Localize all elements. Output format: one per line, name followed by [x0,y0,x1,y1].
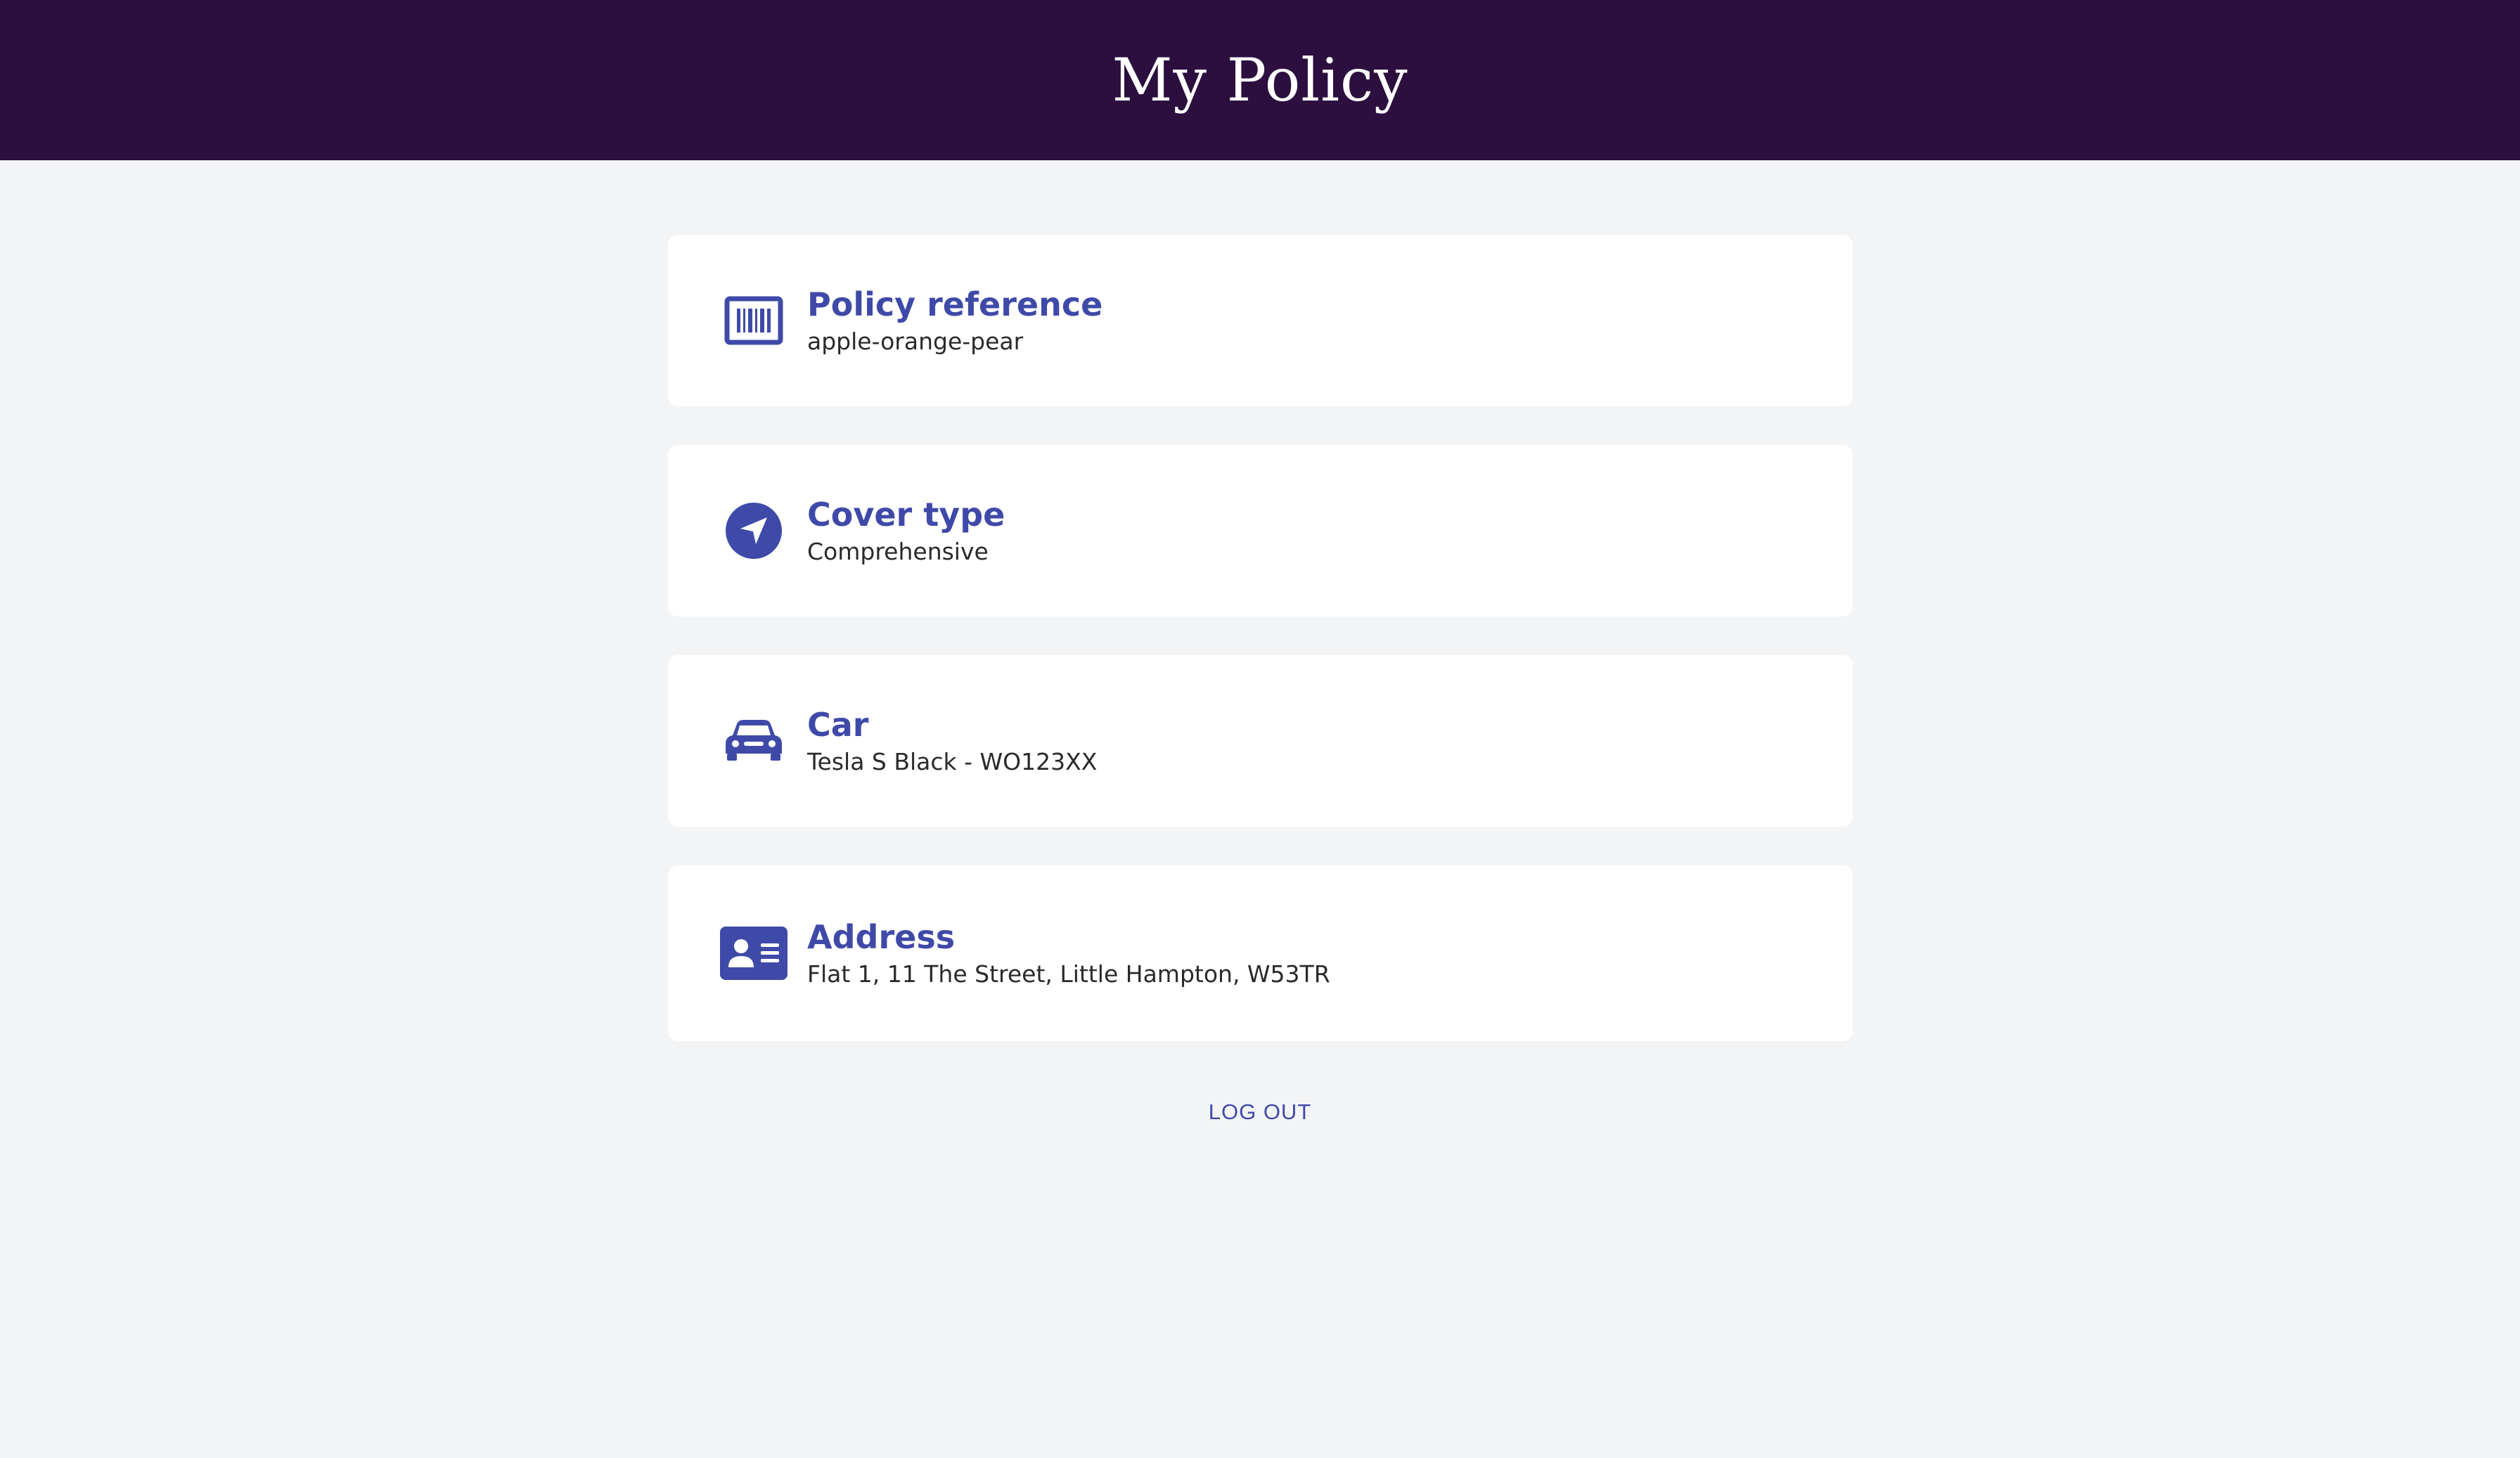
card-title: Address [807,918,956,956]
card-title: Cover type [807,496,1005,534]
page-title: My Policy [1112,46,1408,115]
page-header: My Policy [0,0,2520,160]
cover-type-card: Cover type Comprehensive [668,445,1853,617]
policy-details-list: Policy reference apple-orange-pear Cover… [668,235,1853,1080]
card-title: Car [807,706,869,744]
policy-reference-card: Policy reference apple-orange-pear [668,235,1853,406]
card-value: Tesla S Black - WO123XX [807,748,1098,775]
card-value: apple-orange-pear [807,328,1024,355]
car-icon [720,707,788,775]
card-title: Policy reference [807,285,1103,323]
card-value: Flat 1, 11 The Street, Little Hampton, W… [807,960,1330,988]
address-card: Address Flat 1, 11 The Street, Little Ha… [668,865,1853,1041]
barcode-icon [720,287,788,354]
card-value: Comprehensive [807,538,989,565]
car-card: Car Tesla S Black - WO123XX [668,655,1853,827]
navigation-arrow-icon [720,497,788,565]
logout-button[interactable]: LOG OUT [1209,1099,1312,1124]
logout-container: LOG OUT [0,1099,2520,1125]
id-card-icon [720,920,788,987]
